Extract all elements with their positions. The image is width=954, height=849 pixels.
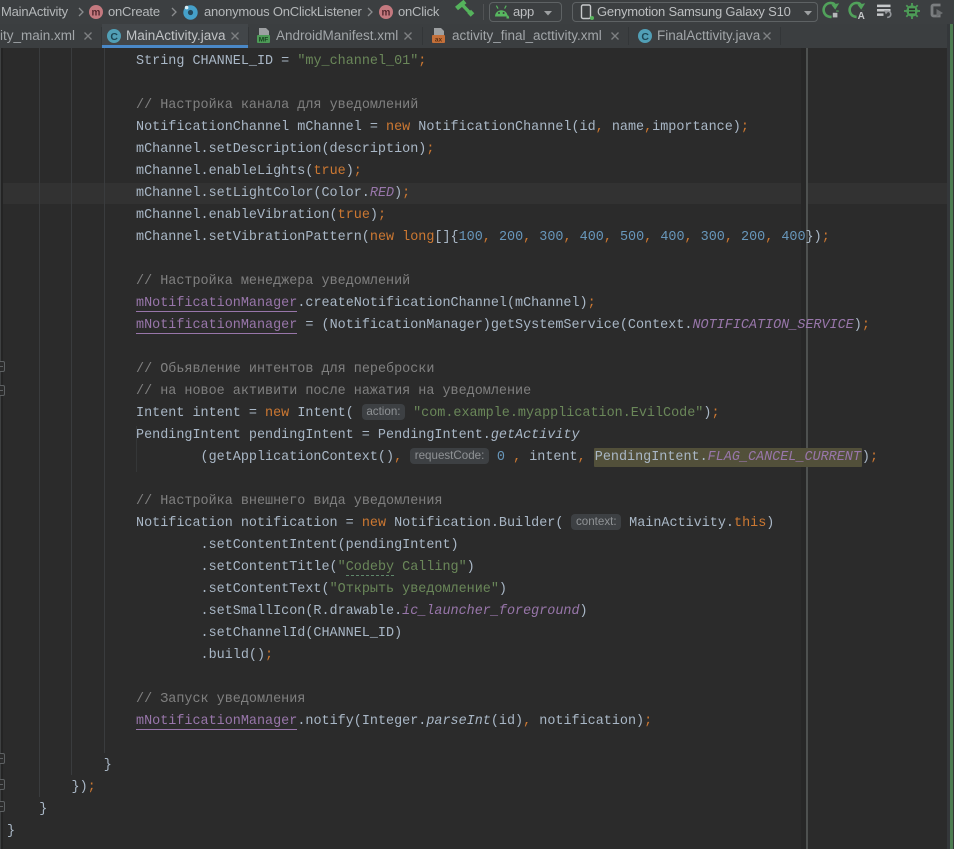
svg-text:MF: MF — [259, 37, 268, 44]
svg-text:A: A — [858, 11, 865, 21]
svg-text:ax: ax — [435, 37, 443, 44]
svg-text:C: C — [110, 31, 118, 43]
svg-text:m: m — [92, 8, 101, 19]
svg-text:m: m — [382, 8, 391, 19]
svg-text:C: C — [641, 31, 649, 43]
